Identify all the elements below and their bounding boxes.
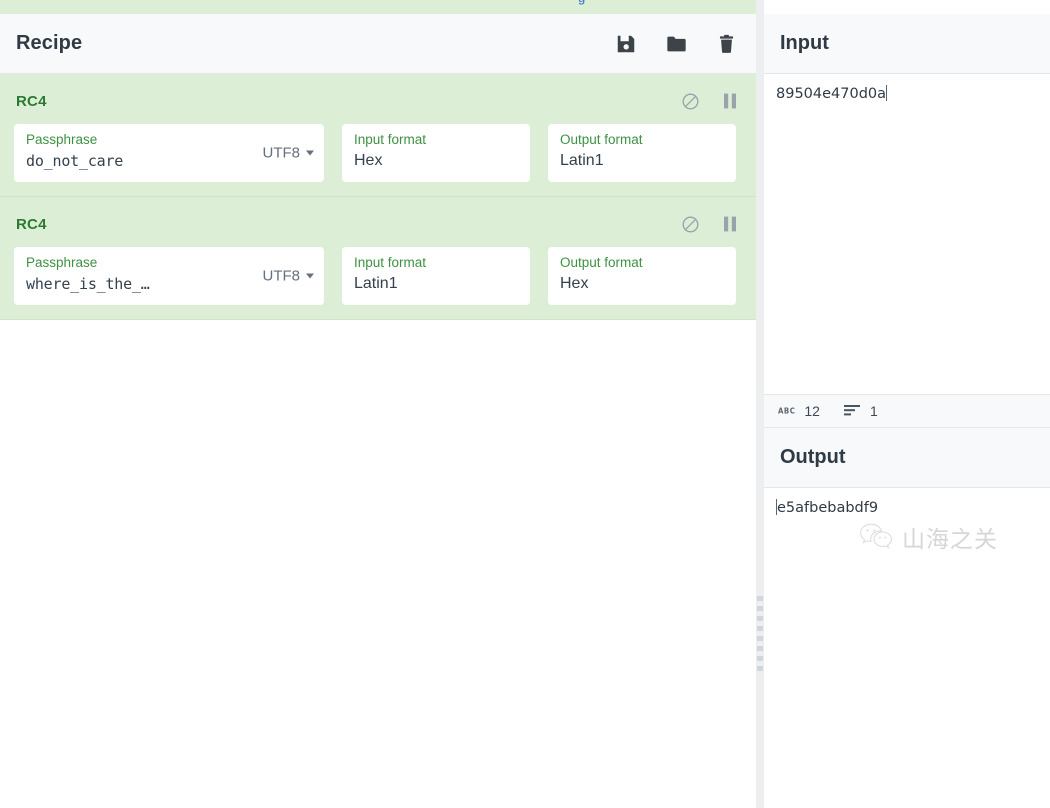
output-value: e5afbebabdf9: [777, 500, 879, 516]
splitter-handle[interactable]: [757, 596, 763, 671]
passphrase-field[interactable]: Passphrase do_not_care UTF8: [14, 124, 324, 182]
recipe-operation-list[interactable]: RC4 Passphrase do_not_care UTF8 Input fo…: [0, 74, 756, 808]
save-recipe-button[interactable]: [614, 32, 638, 56]
recipe-operation[interactable]: RC4: [0, 74, 756, 197]
recipe-header: Recipe: [0, 14, 756, 74]
output-format-value[interactable]: Hex: [560, 273, 724, 295]
splitter-dot: [757, 596, 763, 601]
splitter-dot: [757, 636, 763, 641]
input-length-group: ABC 12: [778, 403, 820, 419]
text-cursor: [886, 85, 888, 101]
passphrase-value[interactable]: where_is_the_…: [26, 273, 241, 295]
passphrase-encoding-value: UTF8: [262, 267, 301, 285]
input-format-label: Input format: [354, 132, 427, 147]
passphrase-encoding-dropdown[interactable]: UTF8: [262, 144, 314, 162]
passphrase-value[interactable]: do_not_care: [26, 150, 241, 172]
splitter-dot: [757, 646, 763, 651]
passphrase-encoding-value: UTF8: [262, 144, 301, 162]
input-format-label: Input format: [354, 255, 427, 270]
input-lines-group: 1: [843, 403, 878, 419]
passphrase-field[interactable]: Passphrase where_is_the_… UTF8: [14, 247, 324, 305]
page-title: Recipe: [16, 32, 83, 54]
operation-name: RC4: [16, 215, 47, 233]
input-format-value[interactable]: Hex: [354, 150, 518, 172]
chevron-down-icon: [306, 273, 314, 279]
operation-controls: [680, 214, 740, 234]
output-format-label: Output format: [560, 255, 643, 270]
panel-splitter[interactable]: [756, 0, 764, 808]
splitter-dot: [757, 616, 763, 621]
output-format-label: Output format: [560, 132, 643, 147]
wechat-icon: [859, 522, 893, 557]
input-format-field[interactable]: Input format Hex: [342, 124, 530, 182]
output-format-field[interactable]: Output format Latin1: [548, 124, 736, 182]
operation-arguments: Passphrase do_not_care UTF8 Input format…: [0, 116, 756, 182]
splitter-dot: [757, 626, 763, 631]
top-cutoff-text: g: [578, 0, 585, 5]
input-status-bar: ABC 12 1: [764, 394, 1050, 428]
recipe-toolbar: [614, 32, 738, 56]
abc-icon: ABC: [778, 406, 796, 416]
recipe-operation[interactable]: RC4: [0, 197, 756, 320]
recipe-panel: Recipe RC4 Passphrase do_not_care UTF8 I…: [0, 0, 756, 808]
operation-name: RC4: [16, 92, 47, 110]
input-length-value: 12: [804, 403, 820, 419]
pause-icon[interactable]: [720, 91, 740, 111]
disable-icon[interactable]: [680, 214, 700, 234]
input-value: 89504e470d0a: [776, 86, 887, 102]
cyberchef-app: g Recipe: [0, 0, 1050, 808]
load-recipe-button[interactable]: [664, 32, 688, 56]
watermark: 山海之关: [859, 522, 998, 557]
input-title: Input: [780, 32, 829, 54]
operation-arguments: Passphrase where_is_the_… UTF8 Input for…: [0, 239, 756, 305]
operation-title-row: RC4: [0, 209, 756, 239]
io-panel: Input 89504e470d0a ABC 12 1 Output e5afb…: [764, 0, 1050, 808]
output-header: Output: [764, 428, 1050, 488]
lines-icon: [843, 404, 861, 419]
output-textarea[interactable]: e5afbebabdf9 山海之关: [764, 488, 1050, 808]
splitter-dot: [757, 666, 763, 671]
top-cutoff-strip: g: [0, 0, 756, 14]
disable-icon[interactable]: [680, 91, 700, 111]
input-lines-value: 1: [869, 403, 878, 419]
splitter-dot: [757, 606, 763, 611]
output-format-field[interactable]: Output format Hex: [548, 247, 736, 305]
output-format-value[interactable]: Latin1: [560, 150, 724, 172]
chevron-down-icon: [306, 150, 314, 156]
pause-icon[interactable]: [720, 214, 740, 234]
input-textarea[interactable]: 89504e470d0a: [764, 74, 1050, 394]
clear-recipe-button[interactable]: [714, 32, 738, 56]
operation-title-row: RC4: [0, 86, 756, 116]
watermark-text: 山海之关: [902, 526, 998, 553]
output-title: Output: [780, 446, 846, 468]
splitter-dot: [757, 656, 763, 661]
input-format-value[interactable]: Latin1: [354, 273, 518, 295]
input-header: Input: [764, 14, 1050, 74]
input-format-field[interactable]: Input format Latin1: [342, 247, 530, 305]
operation-controls: [680, 91, 740, 111]
passphrase-encoding-dropdown[interactable]: UTF8: [262, 267, 314, 285]
